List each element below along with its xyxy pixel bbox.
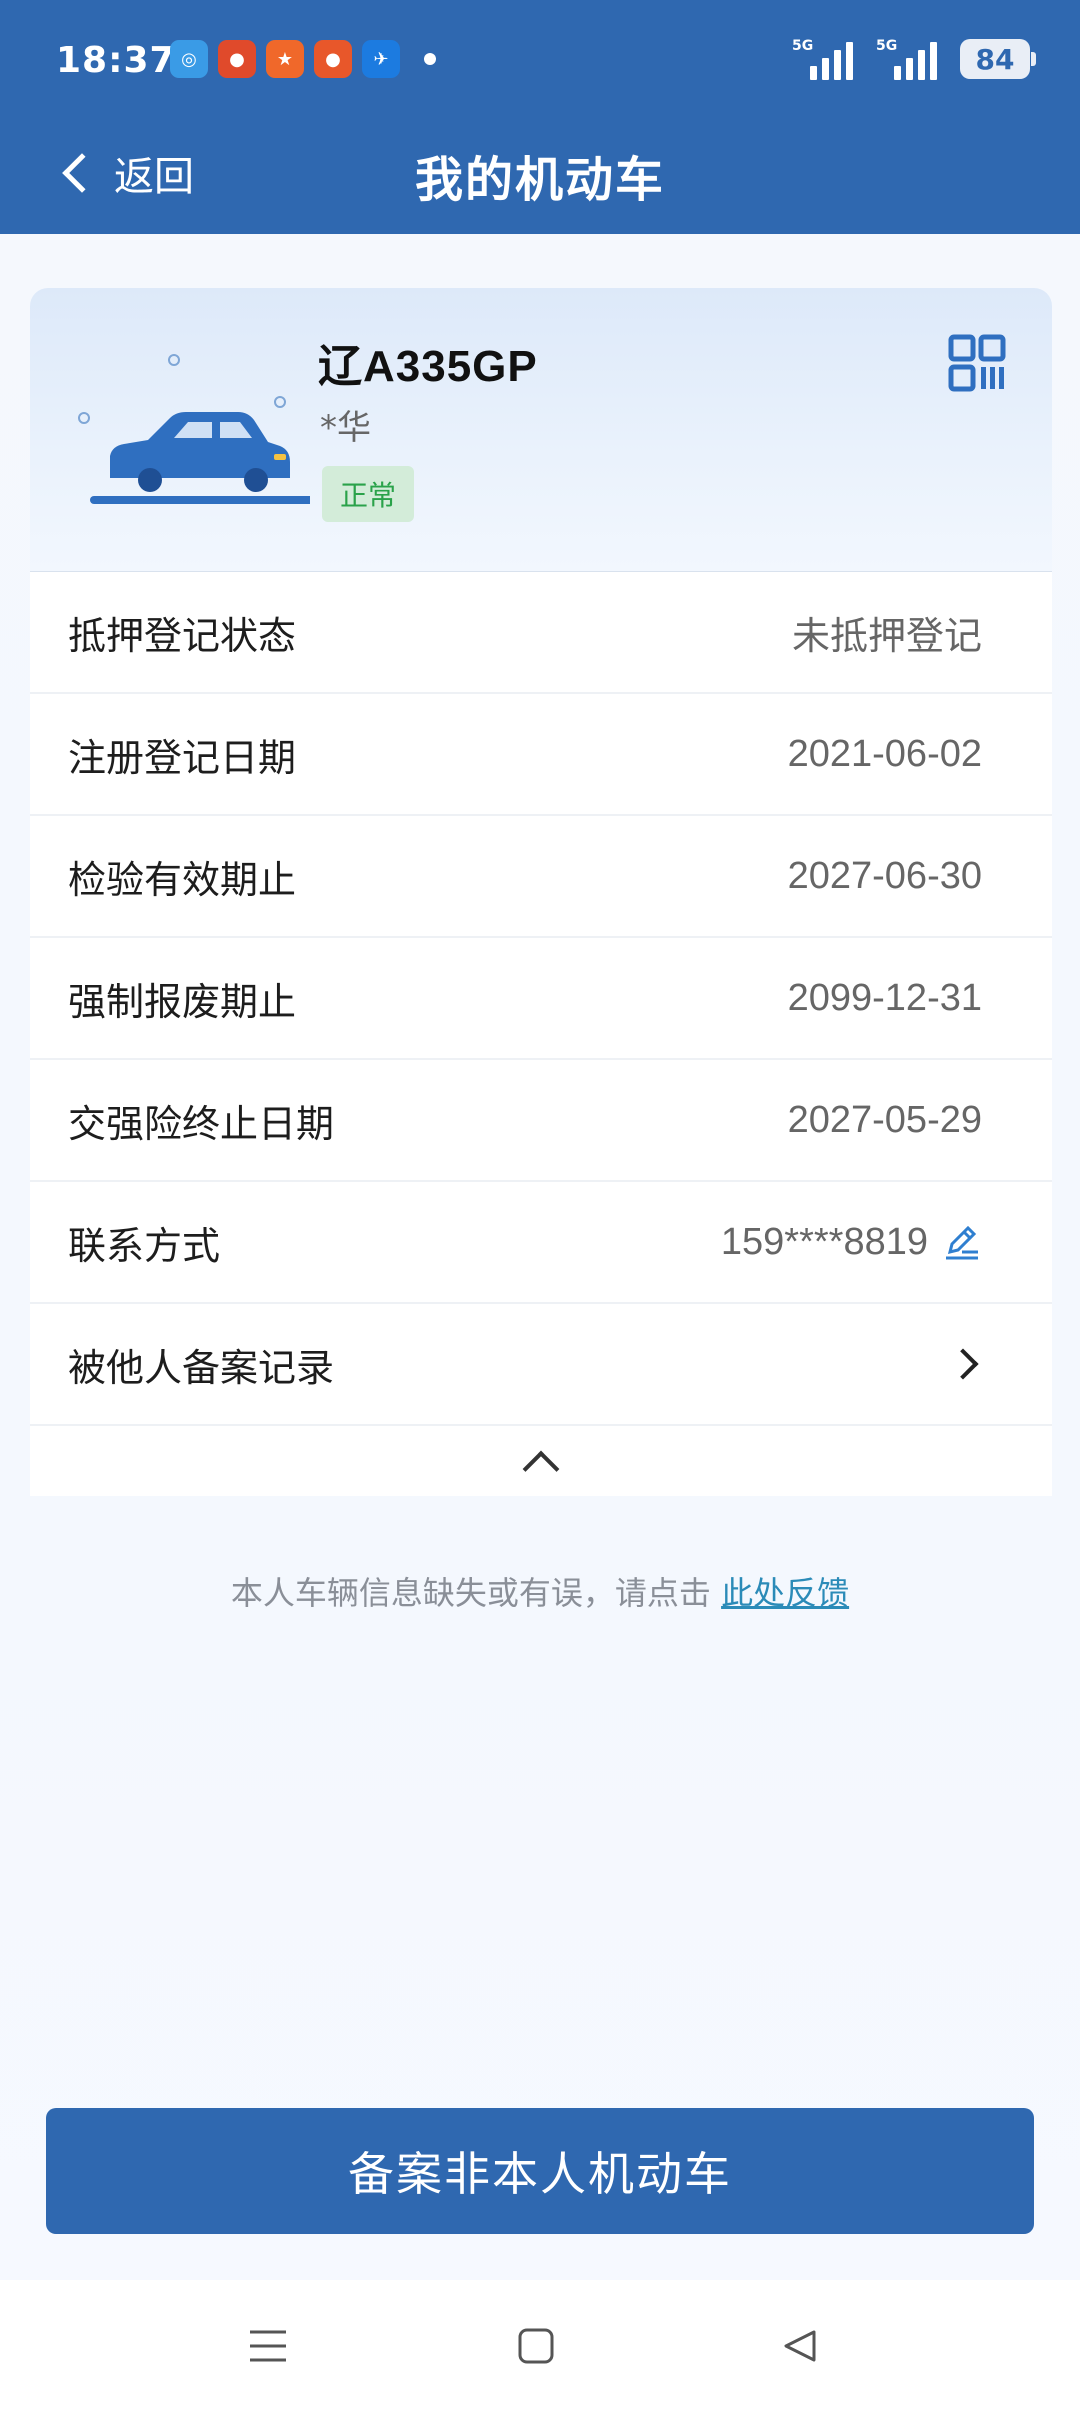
insurance-end-row: 交强险终止日期 2027-05-29	[30, 1060, 1052, 1182]
row-label: 注册登记日期	[68, 735, 297, 780]
feedback-text: 本人车辆信息缺失或有误，请点击	[230, 1574, 722, 1612]
app-icon-red: ●	[218, 40, 256, 78]
phone-number: 159****8819	[720, 1220, 928, 1263]
row-label: 强制报废期止	[68, 979, 297, 1024]
row-label: 联系方式	[68, 1223, 221, 1268]
menu-icon	[250, 2330, 286, 2362]
row-value: 2021-06-02	[787, 732, 982, 775]
register-other-vehicle-button[interactable]: 备案非本人机动车	[46, 2108, 1034, 2234]
battery-icon: 84	[960, 39, 1036, 79]
app-icon-blue: ✈	[362, 40, 400, 78]
row-label: 被他人备案记录	[68, 1345, 335, 1390]
status-bar: 18:37 ◎ ● ★ ● ✈ 5G 5G 84	[0, 0, 1080, 120]
chevron-right-icon	[947, 1348, 979, 1380]
back-nav-button[interactable]	[770, 2316, 830, 2376]
filing-records-row[interactable]: 被他人备案记录	[30, 1304, 1052, 1426]
page: 18:37 ◎ ● ★ ● ✈ 5G 5G 84 返回 我的机动车 辽A335G…	[0, 0, 1080, 2412]
row-value: 2027-05-29	[787, 1098, 982, 1141]
vehicle-info-list: 抵押登记状态 未抵押登记 注册登记日期 2021-06-02 检验有效期止 20…	[30, 572, 1052, 1496]
row-label: 抵押登记状态	[68, 613, 297, 658]
browser-app-icon: ◎	[170, 40, 208, 78]
license-plate: 辽A335GP	[318, 342, 538, 391]
owner-name: *华	[320, 408, 371, 448]
row-label: 检验有效期止	[68, 857, 297, 902]
system-nav-bar	[0, 2280, 1080, 2412]
collapse-toggle[interactable]	[30, 1426, 1052, 1496]
edit-icon[interactable]	[942, 1222, 982, 1262]
status-time: 18:37	[56, 40, 176, 81]
status-badge: 正常	[322, 466, 415, 522]
app-icon-orange: ★	[266, 40, 304, 78]
row-label: 交强险终止日期	[68, 1101, 335, 1146]
registration-date-row: 注册登记日期 2021-06-02	[30, 694, 1052, 816]
vehicle-card: 辽A335GP *华 正常	[30, 288, 1052, 572]
back-triangle-icon	[784, 2330, 816, 2362]
contact-row[interactable]: 联系方式 159****8819	[30, 1182, 1052, 1304]
signal-icon-2: 5G	[876, 38, 938, 80]
contact-value: 159****8819	[721, 1221, 982, 1264]
home-nav-button[interactable]	[506, 2316, 566, 2376]
more-notifications-icon	[424, 53, 436, 65]
row-value: 2027-06-30	[787, 854, 982, 897]
car-icon	[78, 354, 310, 504]
row-value: 未抵押登记	[791, 613, 982, 658]
status-indicators: 5G 5G 84	[792, 38, 1036, 80]
chevron-up-icon	[522, 1450, 560, 1488]
menu-nav-button[interactable]	[238, 2316, 298, 2376]
header: 返回 我的机动车	[0, 120, 1080, 234]
row-value: 2099-12-31	[787, 976, 982, 1019]
feedback-prompt: 本人车辆信息缺失或有误，请点击 此处反馈	[0, 1568, 1080, 1614]
qr-code-icon[interactable]	[948, 334, 1006, 392]
scrap-deadline-row: 强制报废期止 2099-12-31	[30, 938, 1052, 1060]
mortgage-status-row: 抵押登记状态 未抵押登记	[30, 572, 1052, 694]
home-square-icon	[518, 2328, 554, 2364]
notification-icons: ◎ ● ★ ● ✈	[170, 40, 436, 78]
signal-icon: 5G	[792, 38, 854, 80]
page-title: 我的机动车	[414, 152, 665, 208]
feedback-link[interactable]: 此处反馈	[721, 1574, 849, 1612]
app-icon-ball: ●	[314, 40, 352, 78]
inspection-expiry-row: 检验有效期止 2027-06-30	[30, 816, 1052, 938]
